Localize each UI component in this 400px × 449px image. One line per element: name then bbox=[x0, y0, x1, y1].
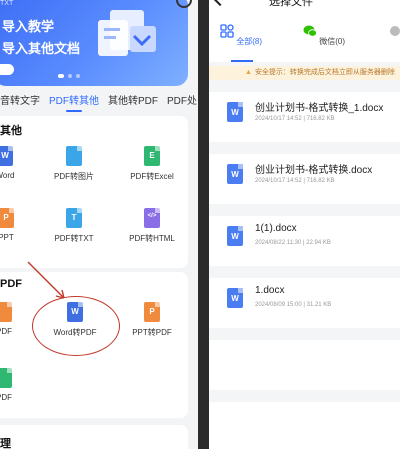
source-tab-qq[interactable]: C bbox=[369, 24, 400, 46]
word-file-icon: W bbox=[227, 102, 243, 122]
file-row-placeholder bbox=[209, 340, 400, 390]
section-title: 理 bbox=[0, 438, 11, 449]
file-row[interactable]: W 创业计划书-格式转换.docx 2024/10/17 14:52 | 716… bbox=[209, 154, 400, 204]
file-row[interactable]: W 1.docx 2024/08/09 15:00 | 31.21 KB bbox=[209, 278, 400, 328]
promo-banner[interactable]: TXT 导入教学 导入其他文档 bbox=[0, 0, 188, 86]
tab-pdf-process[interactable]: PDF处 bbox=[167, 92, 197, 112]
active-tab-indicator bbox=[66, 110, 82, 112]
page-title: 选择文件 bbox=[269, 0, 313, 8]
file-name: 1(1).docx bbox=[255, 223, 297, 234]
tab-pdf-to-other[interactable]: PDF转其他 bbox=[49, 92, 99, 112]
file-name: 创业计划书-格式转换_1.docx bbox=[255, 103, 384, 114]
grid-icon bbox=[220, 24, 234, 38]
ppt-file-icon: P bbox=[0, 208, 14, 228]
banner-pagination bbox=[58, 74, 80, 78]
wechat-icon bbox=[303, 25, 317, 37]
word-file-icon: W bbox=[227, 226, 243, 246]
word-file-icon: W bbox=[227, 288, 243, 308]
banner-tag: TXT bbox=[0, 0, 14, 7]
banner-button[interactable] bbox=[0, 64, 14, 75]
source-tab-wechat[interactable]: 微信(0) bbox=[294, 24, 354, 47]
process-section: 理 bbox=[0, 425, 188, 449]
file-row[interactable]: W 1(1).docx 2024/08/22 11:30 | 22.94 KB bbox=[209, 216, 400, 266]
pdf-to-other-section: 其他 W Word PDF转图片 E PDF转Excel P PPT T PDF… bbox=[0, 116, 188, 268]
txt-file-icon: T bbox=[66, 208, 82, 228]
excel-file-icon: E bbox=[144, 146, 160, 166]
left-phone-screen: TXT 导入教学 导入其他文档 音转文字 PDF转其他 其他转PDF PDF处 … bbox=[0, 0, 198, 449]
file-meta: 2024/08/09 15:00 | 31.21 KB bbox=[255, 302, 332, 308]
source-tab-all[interactable]: 全部(8) bbox=[211, 24, 271, 47]
html-file-icon: </> bbox=[144, 208, 160, 228]
tool-pdf-to-txt[interactable]: T PDF转TXT bbox=[44, 208, 104, 244]
banner-line-2: 导入其他文档 bbox=[2, 41, 81, 56]
tool-pdf-to-word[interactable]: W Word bbox=[0, 146, 35, 180]
active-source-indicator bbox=[231, 60, 253, 62]
pdf-file-icon bbox=[0, 302, 12, 322]
ppt-file-icon: P bbox=[144, 302, 160, 322]
excel-file-icon bbox=[0, 368, 12, 388]
file-meta: 2024/10/17 14:52 | 716.82 KB bbox=[255, 116, 335, 122]
tool-pdf-to-excel[interactable]: E PDF转Excel bbox=[122, 146, 182, 182]
warning-icon: ▲ bbox=[245, 69, 252, 76]
category-tabs: 音转文字 PDF转其他 其他转PDF PDF处 bbox=[0, 92, 198, 112]
file-row[interactable]: W 创业计划书-格式转换_1.docx 2024/10/17 14:52 | 7… bbox=[209, 92, 400, 142]
tab-other-to-pdf[interactable]: 其他转PDF bbox=[108, 92, 158, 112]
file-row-placeholder bbox=[209, 402, 400, 449]
tool-pdf-to-image[interactable]: PDF转图片 bbox=[44, 146, 104, 182]
tool-pdf-to-ppt[interactable]: P PPT bbox=[0, 208, 36, 242]
qq-icon bbox=[389, 26, 400, 36]
file-name: 1.docx bbox=[255, 285, 285, 296]
tool-excel-to-pdf[interactable]: PDF bbox=[0, 368, 34, 402]
file-meta: 2024/08/22 11:30 | 22.94 KB bbox=[255, 240, 331, 246]
tool-pdf-to-html[interactable]: </> PDF转HTML bbox=[122, 208, 182, 244]
file-picker-header: 选择文件 全部(8) 微信(0) C bbox=[209, 0, 400, 62]
image-file-icon bbox=[66, 146, 82, 166]
word-file-icon: W bbox=[227, 164, 243, 184]
document-illustration-icon bbox=[98, 10, 156, 56]
file-name: 创业计划书-格式转换.docx bbox=[255, 165, 373, 176]
annotation-circle bbox=[32, 296, 120, 356]
tab-audio-to-text[interactable]: 音转文字 bbox=[0, 92, 40, 112]
file-meta: 2024/10/17 14:52 | 716.82 KB bbox=[255, 178, 335, 184]
security-notice: ▲ 安全提示：转换完成后文档立即从服务器删除 bbox=[209, 66, 400, 80]
section-title: PDF bbox=[0, 278, 22, 290]
word-file-icon: W bbox=[0, 146, 13, 166]
tool-image-to-pdf[interactable]: PDF bbox=[0, 302, 34, 336]
banner-line-1: 导入教学 bbox=[2, 19, 55, 34]
section-title: 其他 bbox=[0, 125, 22, 137]
back-arrow-icon[interactable] bbox=[212, 0, 228, 7]
right-phone-screen: 选择文件 全部(8) 微信(0) C ▲安全提示：转换完成后 bbox=[209, 0, 400, 449]
tool-ppt-to-pdf[interactable]: P PPT转PDF bbox=[122, 302, 182, 338]
